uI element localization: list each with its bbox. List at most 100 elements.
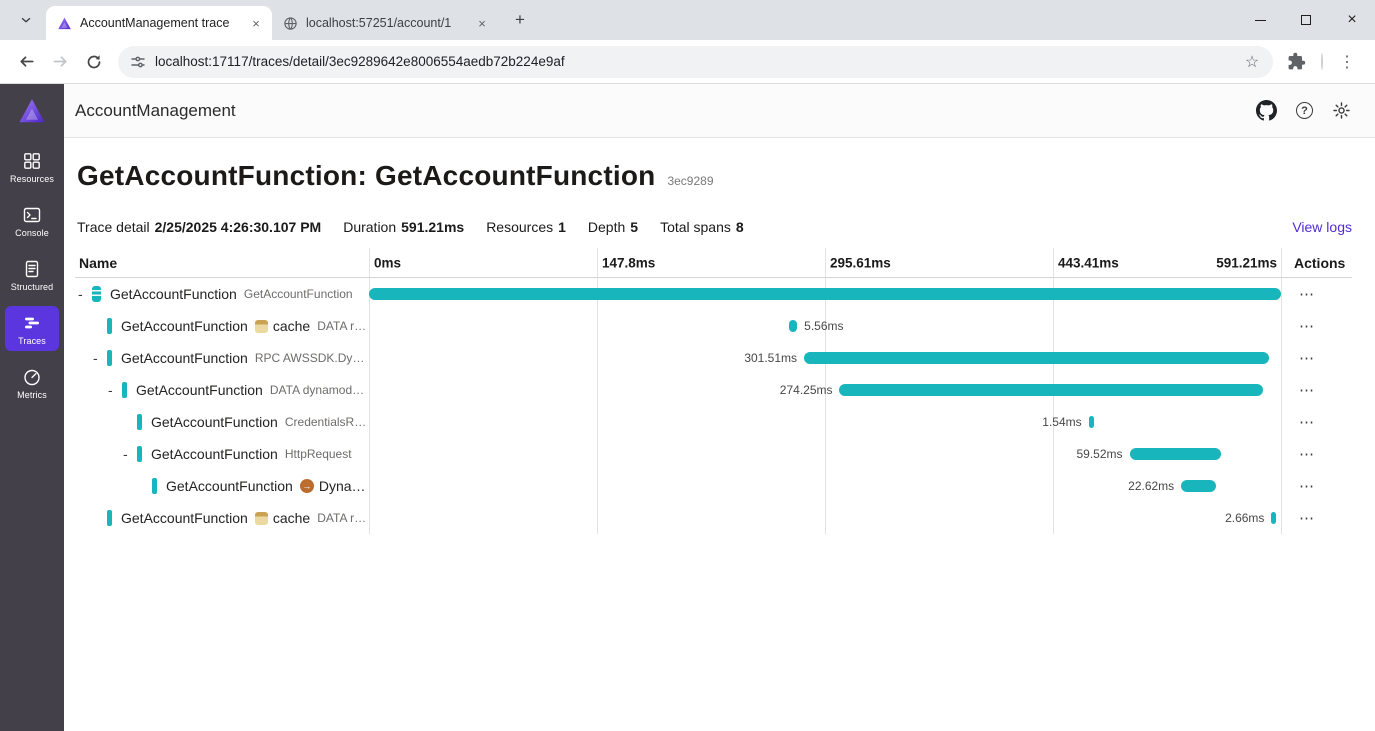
waterfall-row: - GetAccountFunction RPC AWSSDK.Dyna… 301.5… — [75, 342, 1352, 374]
time-tick: 443.41ms — [1058, 255, 1119, 270]
span-name-cell[interactable]: GetAccountFunction CredentialsRe… — [75, 406, 369, 438]
span-actions-button[interactable]: ⋯ — [1292, 443, 1322, 465]
sidebar-item-structured[interactable]: Structured — [5, 252, 59, 297]
span-timeline-cell: 274.25ms — [369, 374, 1282, 406]
span-actions-button[interactable]: ⋯ — [1292, 379, 1322, 401]
span-duration-bar[interactable] — [1271, 512, 1277, 524]
browser-tab-active[interactable]: AccountManagement trace × — [46, 6, 272, 40]
span-name-cell[interactable]: GetAccountFunction cache DATA re… — [75, 310, 369, 342]
settings-gear-icon[interactable] — [1332, 101, 1351, 120]
tree-collapse-toggle[interactable]: - — [123, 447, 137, 461]
browser-tab-inactive[interactable]: localhost:57251/account/1 × — [272, 6, 498, 40]
tab-close-icon[interactable]: × — [474, 15, 490, 31]
span-name-cell[interactable]: - GetAccountFunction DATA dynamod… — [75, 374, 369, 406]
window-maximize-button[interactable] — [1283, 0, 1329, 40]
forward-arrow-icon — [51, 52, 70, 71]
sidebar-item-traces[interactable]: Traces — [5, 306, 59, 351]
trace-root-icon — [92, 286, 101, 302]
span-name-cell[interactable]: - GetAccountFunction RPC AWSSDK.Dyna… — [75, 342, 369, 374]
span-detail: GetAccountFunction — [243, 287, 353, 301]
span-duration-bar[interactable] — [1129, 448, 1222, 460]
span-name-cell[interactable]: GetAccountFunction → Dyna… — [75, 470, 369, 502]
span-color-strip — [137, 446, 142, 462]
meta-resources: Resources 1 — [486, 219, 566, 235]
meta-label: Depth — [587, 219, 626, 235]
span-duration-label: 301.51ms — [744, 351, 798, 365]
span-name-cell[interactable]: - GetAccountFunction HttpRequest — [75, 438, 369, 470]
span-actions-cell: ⋯ — [1282, 502, 1352, 534]
waterfall-row: GetAccountFunction cache DATA re… 2.66ms ⋯ — [75, 502, 1352, 534]
view-logs-link[interactable]: View logs — [1292, 219, 1352, 235]
tab-title: AccountManagement trace — [80, 16, 230, 30]
window-minimize-button[interactable] — [1237, 0, 1283, 40]
minimize-icon — [1254, 19, 1266, 21]
waterfall-row: - GetAccountFunction HttpRequest 59.52ms ⋯ — [75, 438, 1352, 470]
span-name: GetAccountFunction — [136, 382, 263, 398]
aspire-favicon-icon — [57, 16, 72, 31]
help-icon[interactable]: ? — [1296, 102, 1313, 119]
window-close-button[interactable]: × — [1329, 0, 1375, 40]
waterfall-row: GetAccountFunction → Dyna… 22.62ms ⋯ — [75, 470, 1352, 502]
span-actions-button[interactable]: ⋯ — [1292, 347, 1322, 369]
span-color-strip — [152, 478, 157, 494]
reload-button[interactable] — [78, 46, 110, 78]
span-timeline-cell: 1.54ms — [369, 406, 1282, 438]
address-bar[interactable]: localhost:17117/traces/detail/3ec9289642… — [118, 45, 1273, 78]
span-detail: DATA re… — [317, 511, 369, 525]
sidebar-item-resources[interactable]: Resources — [5, 144, 59, 189]
span-timeline-cell: 5.56ms — [369, 310, 1282, 342]
forward-button[interactable] — [44, 46, 76, 78]
new-tab-button[interactable]: + — [506, 6, 534, 34]
span-color-strip — [107, 318, 112, 334]
tab-close-icon[interactable]: × — [248, 15, 264, 31]
close-icon: × — [1347, 11, 1357, 28]
site-info-icon[interactable] — [130, 54, 146, 70]
github-icon[interactable] — [1256, 100, 1277, 121]
span-duration-label: 274.25ms — [779, 383, 833, 397]
tree-collapse-toggle[interactable]: - — [93, 351, 107, 365]
sidebar-item-console[interactable]: Console — [5, 198, 59, 243]
tree-collapse-toggle[interactable]: - — [78, 287, 92, 301]
sidebar-item-metrics[interactable]: Metrics — [5, 360, 59, 405]
bookmark-star-icon[interactable]: ☆ — [1239, 49, 1265, 75]
tree-collapse-toggle[interactable]: - — [108, 383, 122, 397]
tab-search-button[interactable] — [12, 6, 40, 34]
main-area: AccountManagement ? GetAccountFunction: … — [64, 84, 1375, 731]
span-duration-bar[interactable] — [1181, 480, 1217, 492]
url-text[interactable]: localhost:17117/traces/detail/3ec9289642… — [155, 54, 1230, 69]
meta-total-spans: Total spans 8 — [660, 219, 744, 235]
span-actions-button[interactable]: ⋯ — [1292, 315, 1322, 337]
span-actions-button[interactable]: ⋯ — [1292, 507, 1322, 529]
meta-value: 2/25/2025 4:26:30.107 PM — [154, 219, 322, 235]
tab-title: localhost:57251/account/1 — [306, 16, 452, 30]
span-name-cell[interactable]: - GetAccountFunction GetAccountFunction — [75, 278, 369, 310]
span-duration-bar[interactable] — [1088, 416, 1094, 428]
span-duration-bar[interactable] — [804, 352, 1270, 364]
span-actions-button[interactable]: ⋯ — [1292, 411, 1322, 433]
back-button[interactable] — [10, 46, 42, 78]
cache-icon — [254, 319, 268, 333]
meta-trace-detail: Trace detail 2/25/2025 4:26:30.107 PM — [77, 219, 321, 235]
span-duration-bar[interactable] — [788, 320, 798, 332]
span-name-cell[interactable]: GetAccountFunction cache DATA re… — [75, 502, 369, 534]
metrics-icon — [22, 367, 42, 387]
span-actions-button[interactable]: ⋯ — [1292, 283, 1322, 305]
window-controls: × — [1237, 0, 1375, 40]
extensions-puzzle-icon[interactable] — [1287, 52, 1309, 71]
profile-avatar[interactable] — [1321, 53, 1323, 70]
time-tick: 147.8ms — [602, 255, 656, 270]
span-timeline-cell — [369, 278, 1282, 310]
trace-detail-page: GetAccountFunction: GetAccountFunction 3… — [64, 138, 1375, 731]
span-duration-bar[interactable] — [839, 384, 1263, 396]
span-duration-bar[interactable] — [369, 288, 1281, 300]
console-icon — [22, 205, 42, 225]
span-actions-cell: ⋯ — [1282, 342, 1352, 374]
globe-favicon-icon — [283, 16, 298, 31]
browser-menu-icon[interactable]: ⋮ — [1335, 52, 1359, 72]
span-actions-button[interactable]: ⋯ — [1292, 475, 1322, 497]
actions-column-header: Actions — [1294, 254, 1346, 271]
trace-id-short: 3ec9289 — [667, 174, 714, 188]
time-tick: 591.21ms — [1216, 255, 1277, 270]
span-name: GetAccountFunction — [110, 286, 237, 302]
page-title-row: GetAccountFunction: GetAccountFunction 3… — [77, 160, 1352, 192]
